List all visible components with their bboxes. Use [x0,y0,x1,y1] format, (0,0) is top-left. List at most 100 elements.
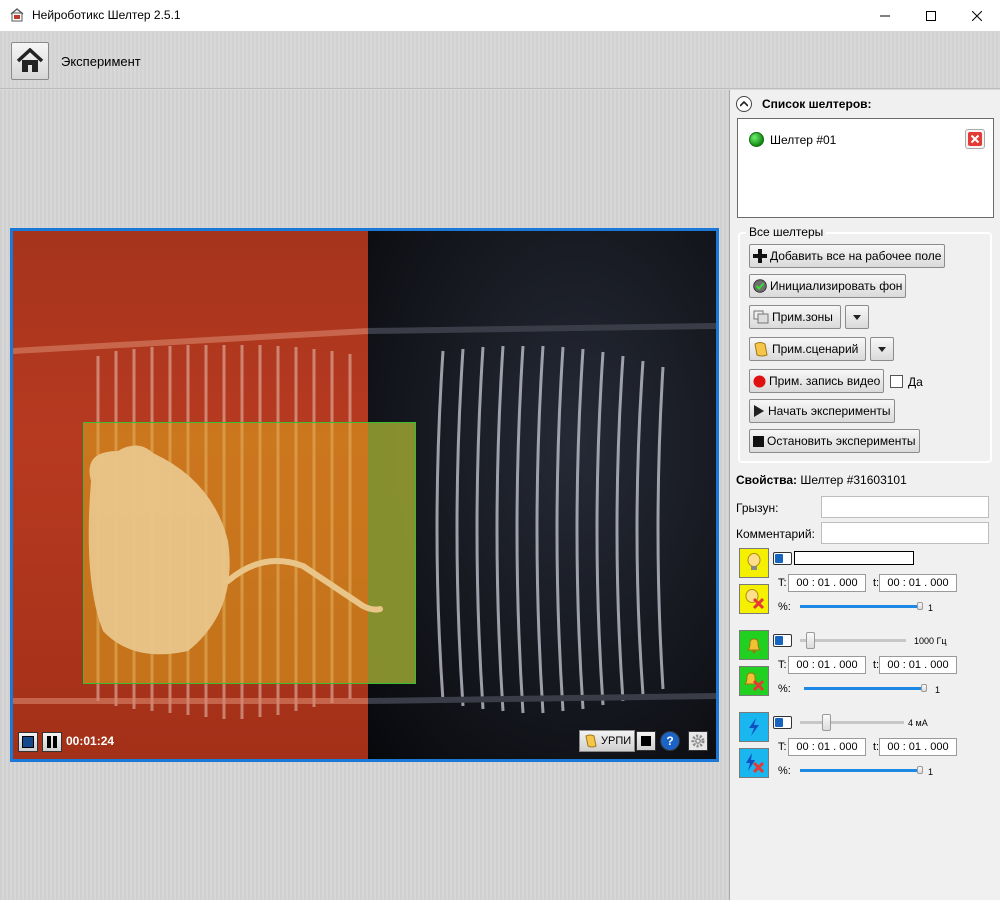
all-shelters-group: Все шелтеры Добавить все на рабочее поле… [738,225,992,463]
help-button[interactable]: ? [660,731,680,751]
shelter-list: Шелтер #01 [737,118,994,218]
rodent-label: Грызун: [736,501,779,515]
shock-T-field[interactable]: 00 : 01 . 000 [788,738,866,756]
sound-T-label: T: [778,659,787,671]
title-bar: Нейроботикс Шелтер 2.5.1 [0,0,1000,31]
properties-label: Свойства: [736,473,798,487]
sound-frequency-value: 1000 Гц [914,636,947,646]
chevron-up-icon[interactable] [736,96,752,112]
shelter-name: Шелтер #01 [770,132,837,147]
sound-t-field[interactable]: 00 : 01 . 000 [879,656,957,674]
light-T-field[interactable]: 00 : 01 . 000 [788,574,866,592]
record-yes-checkbox[interactable] [890,375,903,388]
properties-shelter-name: Шелтер #31603101 [800,473,907,487]
stop-icon [22,736,34,748]
add-all-label: Добавить все на рабочее поле [770,249,942,263]
record-icon [753,375,766,387]
shock-off-button[interactable] [739,748,769,778]
properties-header: Свойства: Шелтер #31603101 [736,473,907,487]
shelter-list-title: Список шелтеров: [762,97,872,111]
comment-label: Комментарий: [736,527,815,541]
shock-percent-fill [800,769,920,772]
light-off-button[interactable] [739,584,769,614]
shock-percent-thumb[interactable] [917,766,923,774]
group-title: Все шелтеры [746,225,827,239]
stop-icon [641,736,651,746]
list-item[interactable]: Шелтер #01 [749,132,836,147]
light-percent-value: 1 [928,603,934,613]
light-bulb-icon [747,553,761,570]
apply-zones-button[interactable]: Прим.зоны [749,305,841,329]
zones-dropdown-button[interactable] [845,305,869,329]
start-label: Начать эксперименты [768,404,891,418]
sound-frequency-thumb[interactable] [806,632,816,649]
sound-toggle[interactable] [773,634,792,647]
app-icon [10,8,24,22]
chevron-down-icon [878,346,886,352]
init-background-button[interactable]: Инициализировать фон [749,274,907,298]
sound-T-field[interactable]: 00 : 01 . 000 [788,656,866,674]
scenario-icon [585,734,597,748]
breadcrumb: Эксперимент [61,54,141,69]
video-stop-square-button[interactable] [636,731,656,751]
light-percent-fill [800,605,920,608]
stop-label: Остановить эксперименты [767,434,916,448]
apply-record-video-button[interactable]: Прим. запись видео [749,369,885,393]
close-button[interactable] [954,0,1000,31]
light-percent-thumb[interactable] [917,602,923,610]
sound-percent-thumb[interactable] [921,684,927,692]
home-button[interactable] [11,42,49,80]
light-toggle[interactable] [773,552,792,565]
close-icon [972,10,982,21]
light-T-label: T: [778,577,787,589]
sound-frequency-track[interactable] [800,639,906,642]
remove-shelter-button[interactable] [965,129,985,149]
bell-icon [746,638,762,654]
home-icon [16,48,44,72]
init-background-label: Инициализировать фон [770,279,903,293]
lightning-icon [749,718,759,736]
add-all-button[interactable]: Добавить все на рабочее поле [749,244,946,268]
urpi-label: УРПИ [601,735,632,747]
pause-video-button[interactable] [42,732,62,752]
stop-experiments-button[interactable]: Остановить эксперименты [749,429,920,453]
light-intensity-field[interactable] [794,551,914,565]
scenario-dropdown-button[interactable] [870,337,894,361]
shock-t-field[interactable]: 00 : 01 . 000 [879,738,957,756]
maximize-button[interactable] [908,0,954,31]
sound-on-button[interactable] [739,630,769,660]
help-icon: ? [666,734,674,748]
shock-on-button[interactable] [739,712,769,742]
sound-percent-label: %: [778,683,791,695]
shock-toggle[interactable] [773,716,792,729]
minimize-button[interactable] [862,0,908,31]
gear-icon [691,734,705,748]
chevron-down-icon [853,314,861,320]
bell-off-icon [743,672,765,692]
light-on-button[interactable] [739,548,769,578]
shock-current-track[interactable] [800,721,904,724]
rodent-input[interactable] [821,496,989,518]
comment-input[interactable] [821,522,989,544]
pause-icon [47,736,57,748]
window-title: Нейроботикс Шелтер 2.5.1 [32,8,181,22]
toolbar: Эксперимент [0,31,1000,89]
apply-scenario-button[interactable]: Прим.сценарий [749,337,866,361]
maximize-icon [926,10,936,21]
sound-off-button[interactable] [739,666,769,696]
urpi-button[interactable]: УРПИ [579,730,635,752]
light-t-field[interactable]: 00 : 01 . 000 [879,574,957,592]
zones-icon [753,310,769,324]
start-experiments-button[interactable]: Начать эксперименты [749,399,895,423]
apply-zones-label: Прим.зоны [772,310,833,324]
stop-video-button[interactable] [18,732,38,752]
settings-button[interactable] [688,731,708,751]
light-bulb-off-icon [745,589,765,610]
lightning-off-icon [746,753,765,774]
shock-current-thumb[interactable] [821,714,831,731]
shelter-list-header[interactable]: Список шелтеров: [736,96,872,112]
apply-record-label: Прим. запись видео [769,374,881,388]
shock-T-label: T: [778,741,787,753]
video-view[interactable]: 00:01:24 УРПИ ? [10,228,719,762]
minimize-icon [880,15,890,16]
